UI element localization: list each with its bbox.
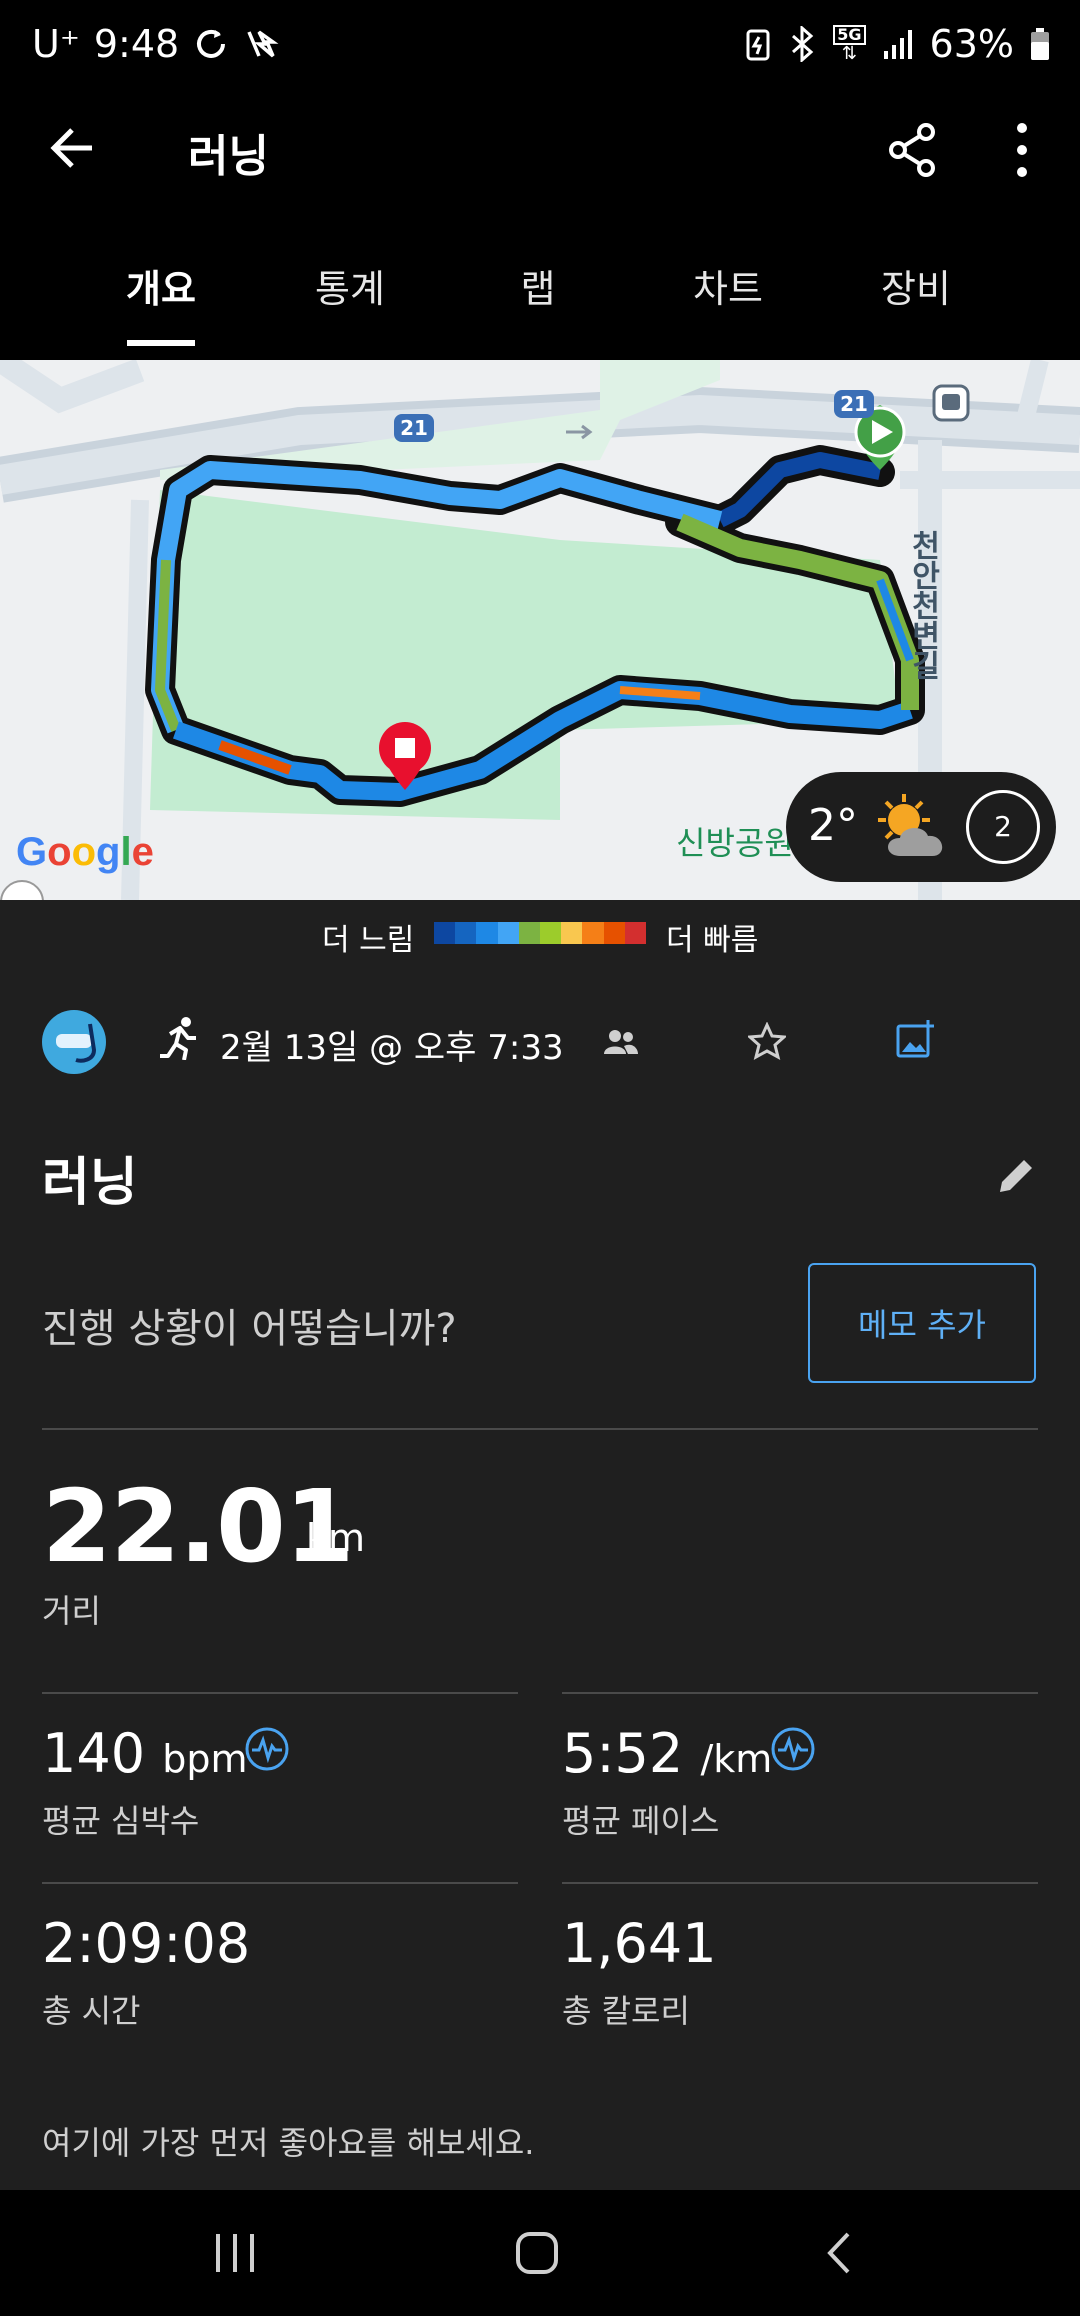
activity-title: 러닝 (42, 1153, 138, 1213)
pace-color-scale (434, 922, 647, 944)
arrow-left-icon (50, 128, 92, 168)
street-label: 천안천변길 (905, 530, 940, 680)
activity-info-row: 2월 13일 @ 오후 7:33 (0, 990, 1080, 1090)
data-saver-icon (243, 26, 279, 62)
divider (42, 1428, 1038, 1430)
add-photo-icon[interactable] (896, 1018, 936, 1058)
tab-overview[interactable]: 개요 (81, 258, 241, 313)
google-logo: Google (16, 830, 154, 874)
road-shield: 21 (394, 414, 434, 442)
tab-gear[interactable]: 장비 (836, 258, 996, 313)
avg-pace-unit: /km (700, 1737, 773, 1781)
divider (562, 1882, 1038, 1884)
divider (42, 1882, 518, 1884)
share-button[interactable] (880, 118, 944, 182)
pace-swatch (476, 922, 498, 944)
total-calories-value: 1,641 (562, 1912, 717, 1975)
battery-icon (1030, 27, 1050, 61)
avg-pace-label: 평균 페이스 (562, 1802, 720, 1840)
pace-swatch (624, 922, 647, 944)
pace-legend: 더 느림 더 빠름 (0, 900, 1080, 970)
heart-rate-info-icon[interactable] (244, 1726, 290, 1772)
running-icon (160, 1017, 196, 1060)
tab-bar: 개요 통계 랩 차트 장비 (0, 230, 1080, 360)
pace-swatch (603, 922, 625, 944)
page-title: 러닝 (188, 131, 269, 182)
avg-pace: 5:52 /km (562, 1722, 772, 1785)
back-button[interactable] (40, 120, 112, 176)
total-time-value: 2:09:08 (42, 1912, 251, 1975)
active-tab-indicator (127, 340, 195, 346)
like-prompt: 여기에 가장 먼저 좋아요를 해보세요. (42, 2124, 535, 2162)
clock: 9:48 (93, 22, 180, 66)
back-nav-icon[interactable] (818, 2230, 864, 2276)
system-nav-bar (0, 2190, 1080, 2316)
bluetooth-icon (787, 26, 817, 62)
tab-laps[interactable]: 랩 (458, 258, 618, 313)
recent-apps-icon[interactable] (210, 2230, 260, 2276)
divider (562, 1692, 1038, 1694)
sync-icon (193, 26, 229, 62)
pace-info-icon[interactable] (770, 1726, 816, 1772)
total-calories-label: 총 칼로리 (562, 1992, 690, 2030)
pace-swatch (434, 922, 456, 944)
app-bar: 러닝 (0, 96, 1080, 246)
network-5g-icon: 5G ⇅ (833, 25, 866, 63)
route-map[interactable]: 21 21 천안천변길 신방공원 Google 2° 2 (0, 360, 1080, 900)
pace-swatch (455, 922, 477, 944)
road-shield-2: 21 (834, 390, 874, 418)
distance-label: 거리 (42, 1592, 101, 1630)
weather-badge[interactable]: 2° 2 (786, 772, 1056, 882)
tab-charts[interactable]: 차트 (648, 258, 808, 313)
share-icon (889, 123, 935, 177)
status-bar: U⁺ 9:48 5G ⇅ 63% (0, 0, 1080, 96)
signal-icon (882, 27, 914, 61)
avg-heart-rate-value: 140 (42, 1722, 146, 1785)
avg-heart-rate-label: 평균 심박수 (42, 1802, 200, 1840)
edit-icon[interactable] (996, 1156, 1036, 1196)
avatar[interactable] (42, 1010, 106, 1074)
distance-unit: km (306, 1516, 366, 1560)
avg-heart-rate-unit: bpm (162, 1737, 248, 1781)
legend-slow-label: 더 느림 (322, 923, 415, 958)
people-icon[interactable] (604, 1028, 638, 1056)
divider (42, 1692, 518, 1694)
park-label: 신방공원 (676, 824, 794, 862)
total-time-label: 총 시간 (42, 1992, 141, 2030)
wind-indicator: 2 (966, 790, 1040, 864)
battery-saver-icon (745, 27, 771, 61)
pace-swatch (561, 922, 583, 944)
star-icon[interactable] (748, 1022, 786, 1060)
notes-prompt: 진행 상황이 어떻습니까? (42, 1306, 457, 1352)
carrier-label: U⁺ (32, 22, 80, 66)
avg-heart-rate: 140 bpm (42, 1722, 248, 1785)
more-vertical-icon (1017, 123, 1027, 177)
avg-pace-value: 5:52 (562, 1722, 684, 1785)
tab-stats[interactable]: 통계 (270, 258, 430, 313)
avatar-icon (56, 1023, 97, 1063)
more-options-button[interactable] (1000, 118, 1044, 182)
home-icon[interactable] (514, 2230, 560, 2276)
pace-swatch (518, 922, 541, 944)
partly-cloudy-icon (878, 794, 943, 856)
pace-swatch (540, 922, 562, 944)
battery-percent: 63% (929, 22, 1014, 66)
add-memo-button[interactable]: 메모 추가 (808, 1263, 1036, 1383)
legend-fast-label: 더 빠름 (666, 923, 759, 958)
pace-swatch (497, 922, 519, 944)
bus-stop-icon (932, 384, 970, 422)
weather-temperature: 2° (808, 800, 858, 851)
activity-datetime: 2월 13일 @ 오후 7:33 (220, 1028, 564, 1068)
pace-swatch (582, 922, 604, 944)
